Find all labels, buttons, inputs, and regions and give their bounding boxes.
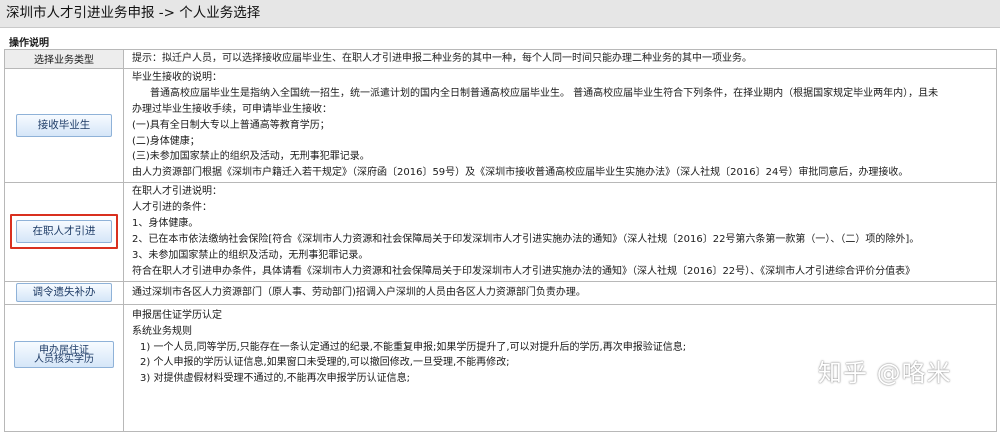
desc-line: (三)未参加国家禁止的组织及活动，无刑事犯罪记录。	[132, 151, 370, 163]
desc-line: (二)身体健康；	[132, 135, 200, 147]
desc-line: 3、未参加国家禁止的组织及活动，无刑事犯罪记录。	[132, 249, 369, 261]
button-line: 人员核实学历	[34, 353, 94, 365]
page-title-bar: 深圳市人才引进业务申报 -> 个人业务选择	[0, 0, 1000, 28]
table-header-row: 选择业务类型 提示：拟迁户人员，可以选择接收应届毕业生、在职人才引进申报二种业务…	[4, 49, 997, 69]
desc-line: 在职人才引进说明：	[132, 186, 222, 198]
desc-line: 申报居住证学历认定	[132, 309, 222, 321]
residence-permit-education-button[interactable]: 申办居住证 人员核实学历	[14, 340, 114, 368]
transfer-order-description: 通过深圳市各区人力资源部门（原人事、劳动部门)招调入户深圳的人员由各区人力资源部…	[123, 280, 997, 305]
desc-line: 系统业务规则	[132, 325, 192, 337]
receive-graduate-button[interactable]: 接收毕业生	[16, 114, 112, 138]
desc-line: 1、身体健康。	[132, 218, 199, 230]
row-graduate: 接收毕业生 毕业生接收的说明： 普通高校应届毕业生是指纳入全国统一招生，统一派遣…	[4, 67, 997, 184]
desc-line: 由人力资源部门根据《深圳市户籍迁入若干规定》（深府函〔2016〕59号）及《深圳…	[132, 167, 909, 179]
section-label: 操作说明	[9, 38, 49, 49]
desc-line: 普通高校应届毕业生是指纳入全国统一招生，统一派遣计划的国内全日制普通高校应届毕业…	[150, 87, 939, 99]
desc-line: 毕业生接收的说明：	[132, 71, 222, 83]
desc-line: 人才引进的条件：	[132, 202, 212, 214]
page-title: 深圳市人才引进业务申报 -> 个人业务选择	[6, 5, 261, 21]
talent-introduction-button[interactable]: 在职人才引进	[16, 220, 112, 244]
row-transfer-order: 调令遗失补办 通过深圳市各区人力资源部门（原人事、劳动部门)招调入户深圳的人员由…	[4, 280, 997, 305]
desc-line: 2、已在本市依法缴纳社会保险[符合《深圳市人力资源和社会保障局关于印发深圳市人才…	[132, 233, 920, 245]
highlight-frame: 在职人才引进	[10, 214, 118, 250]
graduate-description: 毕业生接收的说明： 普通高校应届毕业生是指纳入全国统一招生，统一派遣计划的国内全…	[123, 67, 997, 184]
header-business-type: 选择业务类型	[4, 49, 124, 69]
header-tip: 提示：拟迁户人员，可以选择接收应届毕业生、在职人才引进申报二种业务的其中一种，每…	[123, 49, 997, 69]
row-talent: 在职人才引进 在职人才引进说明： 人才引进的条件： 1、身体健康。 2、已在本市…	[4, 182, 997, 282]
transfer-order-reissue-button[interactable]: 调令遗失补办	[16, 283, 112, 303]
talent-description: 在职人才引进说明： 人才引进的条件： 1、身体健康。 2、已在本市依法缴纳社会保…	[123, 182, 997, 282]
desc-line: 办理过毕业生接收手续，可申请毕业生接收：	[132, 103, 332, 115]
desc-line: (一)具有全日制大专以上普通高等教育学历；	[132, 119, 330, 131]
desc-line: 符合在职人才引进申办条件，具体请看《深圳市人力资源和社会保障局关于印发深圳市人才…	[132, 265, 916, 277]
desc-line: 通过深圳市各区人力资源部门（原人事、劳动部门)招调入户深圳的人员由各区人力资源部…	[132, 286, 586, 298]
zhihu-watermark: 知乎 @咯米	[818, 359, 952, 387]
